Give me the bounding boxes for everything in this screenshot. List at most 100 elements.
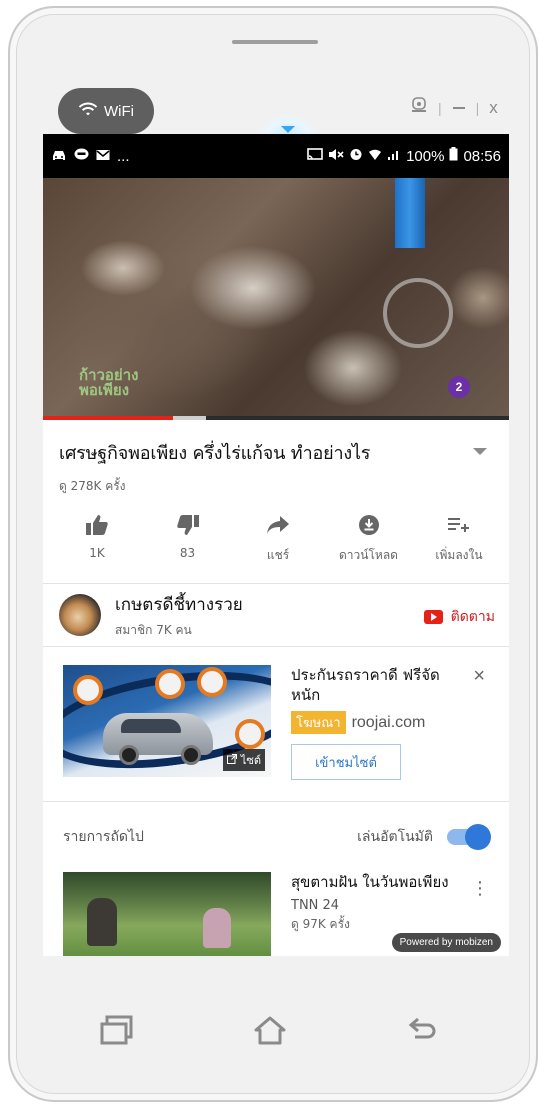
window-controls: | | x: [410, 96, 498, 119]
wifi-label: WiFi: [104, 102, 134, 120]
mail-icon: [96, 148, 110, 165]
recent-apps-icon: [100, 1015, 133, 1045]
autoplay-control: เล่นอัตโนมัติ: [357, 824, 491, 850]
autoplay-toggle[interactable]: [447, 824, 491, 850]
channel-name: เกษตรดีชี้ทางรวย: [115, 594, 243, 615]
ad-image-detail: [73, 675, 103, 705]
alarm-icon: [349, 147, 363, 165]
ad-image-detail: [197, 667, 227, 697]
cast-icon: [307, 147, 323, 165]
ad-image-detail: [181, 745, 201, 765]
minimize-button[interactable]: [452, 98, 466, 118]
thumbnail-detail: [203, 908, 231, 948]
signal-icon: [387, 148, 401, 165]
channel-avatar[interactable]: [59, 594, 101, 636]
up-next-label: รายการถัดไป: [63, 829, 144, 845]
like-count: 1K: [89, 546, 105, 560]
add-to-playlist-label: เพิ่มลงใน: [435, 548, 483, 562]
clock: 08:56: [463, 147, 501, 165]
channel-row[interactable]: เกษตรดีชี้ทางรวย สมาชิก 7K คน ติดตาม: [43, 584, 509, 646]
download-icon: [358, 514, 379, 536]
recent-apps-button[interactable]: [100, 1015, 134, 1049]
ad-meta: โฆษณา roojai.com: [291, 711, 461, 734]
channel-info: เกษตรดีชี้ทางรวย สมาชิก 7K คน: [115, 591, 243, 640]
status-bar: ... 100% 08:56: [43, 134, 509, 178]
ad-body: ประกันรถราคาดี ฟรีจัดหนัก โฆษณา roojai.c…: [291, 665, 461, 801]
ad-image-detail: [155, 669, 185, 699]
visit-site-button[interactable]: เข้าชมไซต์: [291, 744, 401, 780]
share-icon: [267, 514, 289, 536]
mute-icon: [328, 148, 344, 165]
dislike-button[interactable]: 83: [144, 514, 232, 565]
home-icon: [254, 1016, 286, 1045]
wifi-status-icon: [368, 148, 382, 165]
ad-card[interactable]: ไซต์ ประกันรถราคาดี ฟรีจัดหนัก โฆษณา roo…: [43, 647, 509, 801]
separator: |: [475, 99, 480, 116]
chevron-down-icon: [281, 126, 295, 133]
ad-title: ประกันรถราคาดี ฟรีจัดหนัก: [291, 666, 440, 704]
subscribe-label: ติดตาม: [450, 609, 495, 625]
back-icon: [408, 1017, 436, 1039]
battery-icon: [449, 147, 458, 165]
download-button[interactable]: ดาวน์โหลด: [325, 514, 413, 565]
toggle-knob: [465, 824, 491, 850]
up-next-header: รายการถัดไป เล่นอัตโนมัติ: [43, 802, 509, 872]
dislike-count: 83: [179, 546, 196, 560]
action-bar: 1K 83 แชร์ ดาวน์โหลด เพิ่มลงใน: [43, 496, 509, 565]
share-button[interactable]: แชร์: [234, 514, 322, 565]
more-notifications: ...: [117, 147, 130, 165]
share-label: แชร์: [266, 548, 290, 562]
separator: |: [438, 99, 442, 116]
thumbs-down-icon: [176, 514, 199, 536]
powered-by-badge: Powered by mobizen: [391, 933, 501, 952]
like-button[interactable]: 1K: [53, 514, 141, 565]
next-video-title: สุขตามฝัน ในวันพอเพียง: [291, 873, 449, 891]
external-link-icon: [226, 753, 237, 767]
next-video-views: ดู 97K ครั้ง: [291, 917, 350, 931]
visit-site-label: ไซต์: [240, 754, 261, 767]
download-label: ดาวน์โหลด: [339, 548, 398, 562]
autoplay-label: เล่นอัตโนมัติ: [357, 829, 433, 845]
line-app-icon: [74, 148, 89, 165]
speaker-grille: [232, 40, 318, 44]
youtube-logo-icon: [423, 610, 443, 624]
thumbnail-detail: [87, 898, 117, 946]
ad-badge: โฆษณา: [291, 711, 346, 734]
watermark-line: พอเพียง: [79, 381, 130, 399]
video-title: เศรษฐกิจพอเพียง ครึ่งไร่แก้จน ทำอย่างไร: [59, 443, 371, 464]
video-title-row[interactable]: เศรษฐกิจพอเพียง ครึ่งไร่แก้จน ทำอย่างไร: [43, 420, 509, 467]
add-to-playlist-icon: [448, 514, 470, 536]
status-left: ...: [51, 148, 130, 165]
car-icon: [51, 148, 67, 165]
next-video-channel: TNN 24: [291, 898, 340, 913]
ad-domain: roojai.com: [351, 713, 426, 731]
video-player[interactable]: ก้าวอย่าง พอเพียง 2: [43, 178, 509, 420]
phone-screen: ... 100% 08:56 ก้าวอย่าง พอเพียง 2 เศรษฐ…: [43, 134, 509, 956]
wifi-icon: [78, 101, 98, 121]
video-frame-detail: [395, 178, 425, 248]
video-frame-detail: [383, 278, 453, 348]
view-count: ดู 278K ครั้ง: [59, 479, 126, 493]
visit-site-overlay[interactable]: ไซต์: [222, 749, 265, 771]
home-button[interactable]: [253, 1015, 287, 1049]
add-to-playlist-button[interactable]: เพิ่มลงใน: [415, 514, 503, 565]
subscriber-count: สมาชิก 7K คน: [115, 622, 192, 637]
back-button[interactable]: [406, 1015, 440, 1049]
more-options-icon[interactable]: ⋮: [471, 878, 489, 899]
status-right: 100% 08:56: [307, 147, 501, 165]
android-nav-bar: [100, 1012, 440, 1052]
close-button[interactable]: x: [489, 98, 498, 118]
tv-channel-logo: 2: [448, 376, 470, 398]
expand-description-icon[interactable]: [473, 448, 487, 455]
video-watermark: ก้าวอย่าง พอเพียง: [79, 368, 138, 398]
ad-image-detail: [235, 719, 265, 749]
battery-percent: 100%: [406, 147, 445, 165]
thumbs-up-icon: [86, 514, 108, 536]
subscribe-button[interactable]: ติดตาม: [423, 606, 495, 628]
capture-icon[interactable]: [410, 96, 428, 119]
ad-thumbnail[interactable]: ไซต์: [63, 665, 271, 777]
wifi-button[interactable]: WiFi: [58, 88, 154, 134]
close-ad-icon[interactable]: ×: [473, 665, 485, 688]
ad-image-detail: [119, 745, 139, 765]
next-video-thumbnail[interactable]: [63, 872, 271, 956]
